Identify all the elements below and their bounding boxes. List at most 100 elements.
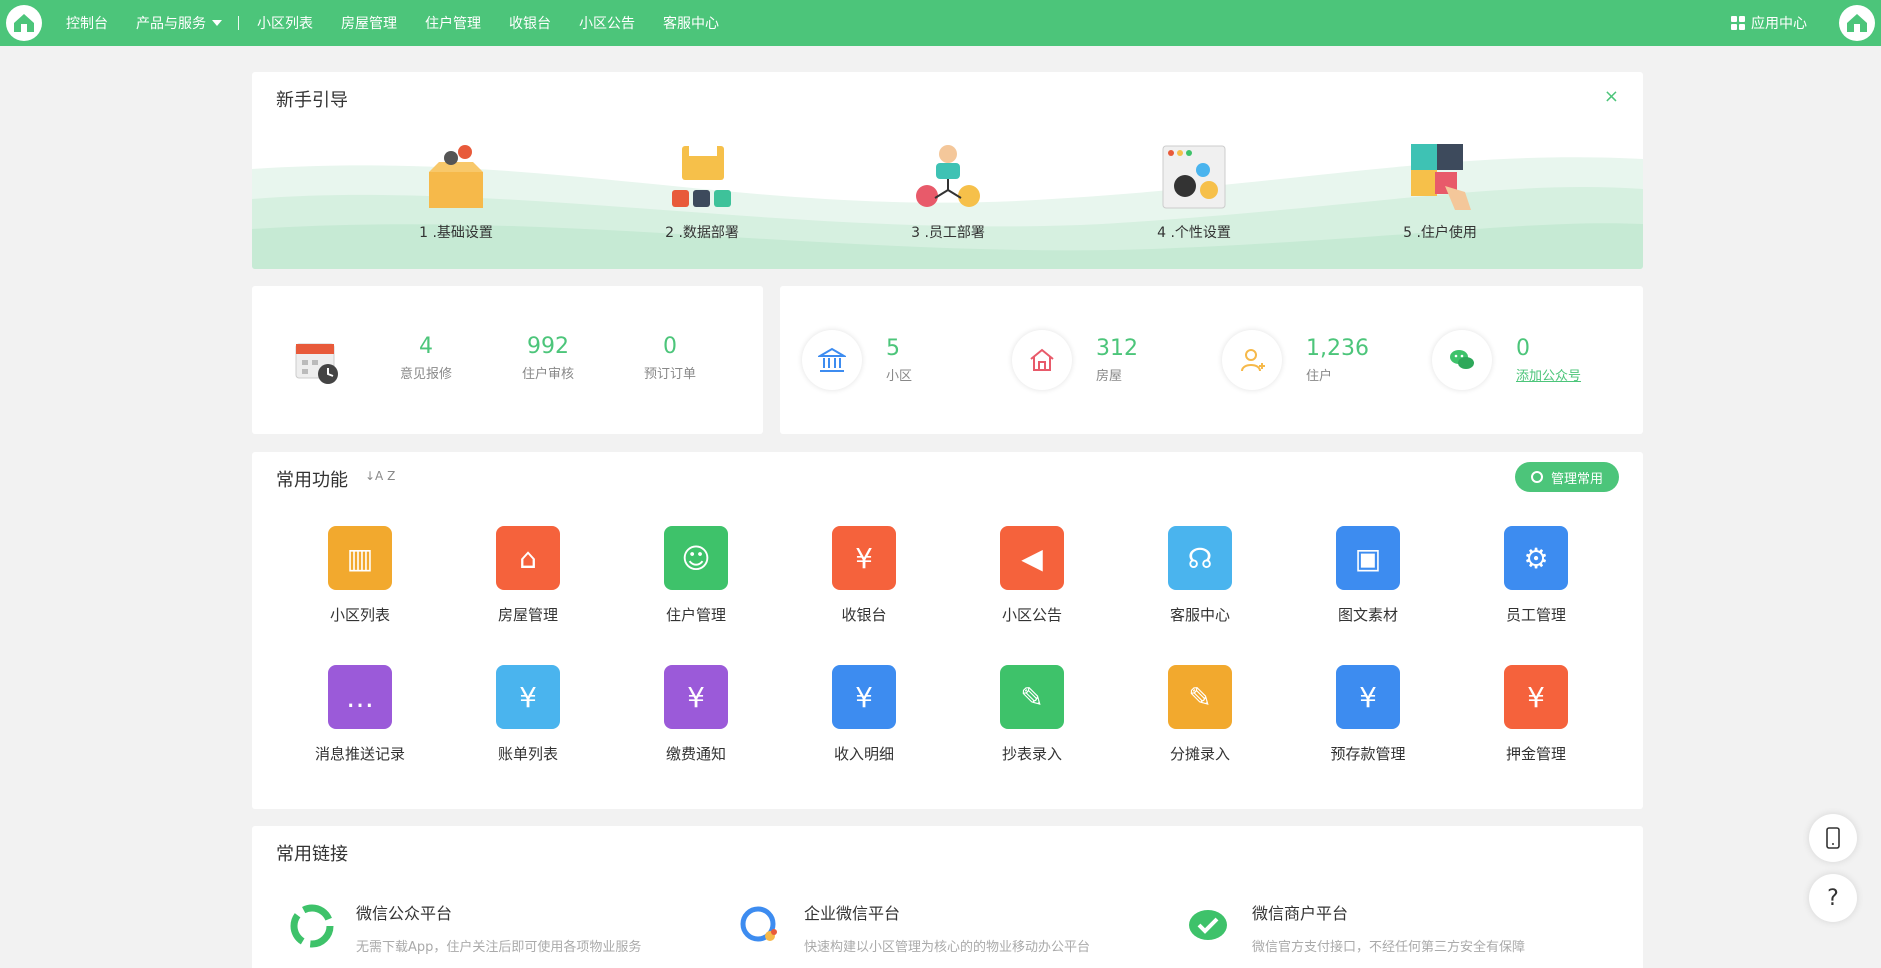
wechat-icon <box>1432 330 1492 390</box>
nav-item-resident-management[interactable]: 住户管理 <box>425 13 481 33</box>
logo[interactable] <box>6 5 42 41</box>
function-share-entry[interactable]: ✎ 分摊录入 <box>1116 665 1284 764</box>
speaker-icon: ◀ <box>1000 526 1064 590</box>
nav-console[interactable]: 控制台 <box>66 13 108 33</box>
nav-products-label: 产品与服务 <box>136 16 206 32</box>
stat-residents[interactable]: 1,236 住户 <box>1222 330 1369 390</box>
stat-value: 5 <box>886 336 900 361</box>
app-center-link[interactable]: 应用中心 <box>1731 0 1807 46</box>
guide-step-label: 1 .基础设置 <box>419 225 493 241</box>
function-staff-management[interactable]: ⚙ 员工管理 <box>1452 526 1620 625</box>
stat-official-accounts[interactable]: 0 添加公众号 <box>1432 330 1581 390</box>
function-guarantee-management[interactable]: ¥ 押金管理 <box>1452 665 1620 764</box>
puzzle-icon <box>1411 144 1471 210</box>
stat-feedback-repair[interactable]: 4 意见报修 <box>376 334 476 382</box>
chevron-down-icon <box>212 20 222 26</box>
money-bag-icon: ¥ <box>832 526 896 590</box>
function-label: 缴费通知 <box>665 745 726 763</box>
function-label: 押金管理 <box>1505 745 1566 763</box>
guide-step-label: 4 .个性设置 <box>1157 225 1231 241</box>
function-label: 房屋管理 <box>497 606 558 624</box>
pen-icon: ✎ <box>1000 665 1064 729</box>
link-desc: 无需下载App，住户关注后即可使用各项物业服务 <box>356 940 642 955</box>
function-announcement[interactable]: ◀ 小区公告 <box>948 526 1116 625</box>
clipboard-icon: ¥ <box>664 665 728 729</box>
todo-stats-panel: 4 意见报修 992 住户审核 0 预订订单 <box>252 286 763 434</box>
link-title: 微信公众平台 <box>356 904 453 923</box>
building-icon: ▥ <box>328 526 392 590</box>
function-label: 抄表录入 <box>1001 745 1062 763</box>
function-payment-notice[interactable]: ¥ 缴费通知 <box>612 665 780 764</box>
function-push-records[interactable]: … 消息推送记录 <box>276 665 444 764</box>
apps-grid-icon <box>1731 16 1745 30</box>
guide-step-staff-deploy[interactable]: 3 .员工部署 <box>878 142 1018 242</box>
sort-icon[interactable]: ↓A Z <box>365 469 395 483</box>
staff-tree-icon <box>916 145 980 207</box>
money-bag-icon: ¥ <box>1504 665 1568 729</box>
manage-frequent-button[interactable]: 管理常用 <box>1514 462 1619 492</box>
nav-item-community-list[interactable]: 小区列表 <box>257 13 313 33</box>
link-wechat-official-platform[interactable]: 微信公众平台无需下载App，住户关注后即可使用各项物业服务 <box>288 900 641 955</box>
function-label: 住户管理 <box>665 606 726 624</box>
guide-step-label: 5 .住户使用 <box>1403 225 1477 241</box>
window-gears-icon <box>1162 145 1226 209</box>
stat-houses[interactable]: 312 房屋 <box>1012 330 1138 390</box>
beginner-guide-panel: 新手引导 × 1 .基础设置 2 .数据部署 3 .员工部署 4 .个性设置 5… <box>252 72 1643 269</box>
add-official-account-link[interactable]: 添加公众号 <box>1516 365 1581 384</box>
function-income-detail[interactable]: ¥ 收入明细 <box>780 665 948 764</box>
function-label: 分摊录入 <box>1169 745 1230 763</box>
link-title: 微信商户平台 <box>1252 904 1349 923</box>
common-links-panel: 常用链接 微信公众平台 无需下载App，住户关注后即可使用各项物业服务 企业微信平… <box>252 826 1643 968</box>
function-media-library[interactable]: ▣ 图文素材 <box>1284 526 1452 625</box>
function-resident-management[interactable]: ☺ 住户管理 <box>612 526 780 625</box>
mobile-icon <box>1826 827 1840 849</box>
function-label: 预存款管理 <box>1330 745 1406 763</box>
function-cashier[interactable]: ¥ 收银台 <box>780 526 948 625</box>
nav-item-service-center[interactable]: 客服中心 <box>663 13 719 33</box>
function-service-center[interactable]: ☊ 客服中心 <box>1116 526 1284 625</box>
link-desc: 快速构建以小区管理为核心的的物业移动办公平台 <box>804 940 1091 955</box>
mobile-preview-button[interactable] <box>1809 814 1857 862</box>
link-wecom-platform[interactable]: 企业微信平台快速构建以小区管理为核心的的物业移动办公平台 <box>736 900 1090 955</box>
stat-communities[interactable]: 5 小区 <box>802 330 912 390</box>
function-community-list[interactable]: ▥ 小区列表 <box>276 526 444 625</box>
help-button[interactable]: ? <box>1809 874 1857 922</box>
function-house-management[interactable]: ⌂ 房屋管理 <box>444 526 612 625</box>
stat-label: 小区 <box>886 369 913 384</box>
stat-label: 预订订单 <box>643 367 696 382</box>
money-bag-icon: ¥ <box>1336 665 1400 729</box>
question-icon: ? <box>1827 885 1839 911</box>
stat-resident-review[interactable]: 992 住户审核 <box>498 334 598 382</box>
function-bill-list[interactable]: ¥ 账单列表 <box>444 665 612 764</box>
guide-step-resident-use[interactable]: 5 .住户使用 <box>1370 142 1510 242</box>
house-icon: ⌂ <box>496 526 560 590</box>
nav-item-cashier[interactable]: 收银台 <box>509 13 551 33</box>
stat-label: 意见报修 <box>399 367 452 382</box>
nav-item-house-management[interactable]: 房屋管理 <box>341 13 397 33</box>
bill-icon: ¥ <box>496 665 560 729</box>
guide-step-personal-settings[interactable]: 4 .个性设置 <box>1124 142 1264 242</box>
calendar-clock-icon <box>295 343 338 384</box>
manage-frequent-label: 管理常用 <box>1550 471 1603 487</box>
close-icon[interactable]: × <box>1604 86 1619 107</box>
nav-products-dropdown[interactable]: 产品与服务 <box>136 13 222 33</box>
ledger-icon: ¥ <box>832 665 896 729</box>
function-label: 消息推送记录 <box>314 745 405 763</box>
guide-step-data-deploy[interactable]: 2 .数据部署 <box>632 142 772 242</box>
function-deposit-management[interactable]: ¥ 预存款管理 <box>1284 665 1452 764</box>
guide-title: 新手引导 <box>276 90 348 111</box>
frequent-functions-title: 常用功能 <box>276 470 348 491</box>
nav-item-announcement[interactable]: 小区公告 <box>579 13 635 33</box>
app-center-label: 应用中心 <box>1751 16 1807 32</box>
stat-reservation-orders[interactable]: 0 预订订单 <box>620 334 720 382</box>
function-meter-entry[interactable]: ✎ 抄表录入 <box>948 665 1116 764</box>
box-gears-icon <box>429 145 483 208</box>
add-user-icon <box>1222 330 1282 390</box>
headset-icon: ☊ <box>1168 526 1232 590</box>
stat-value: 992 <box>527 334 569 359</box>
avatar[interactable] <box>1839 5 1875 41</box>
link-title: 企业微信平台 <box>804 904 901 923</box>
function-label: 员工管理 <box>1505 606 1566 624</box>
guide-step-basic-settings[interactable]: 1 .基础设置 <box>386 142 526 242</box>
link-wechat-merchant-platform[interactable]: 微信商户平台 微信官方支付接口，不经任何第三方安全有保障 <box>1184 900 1525 955</box>
